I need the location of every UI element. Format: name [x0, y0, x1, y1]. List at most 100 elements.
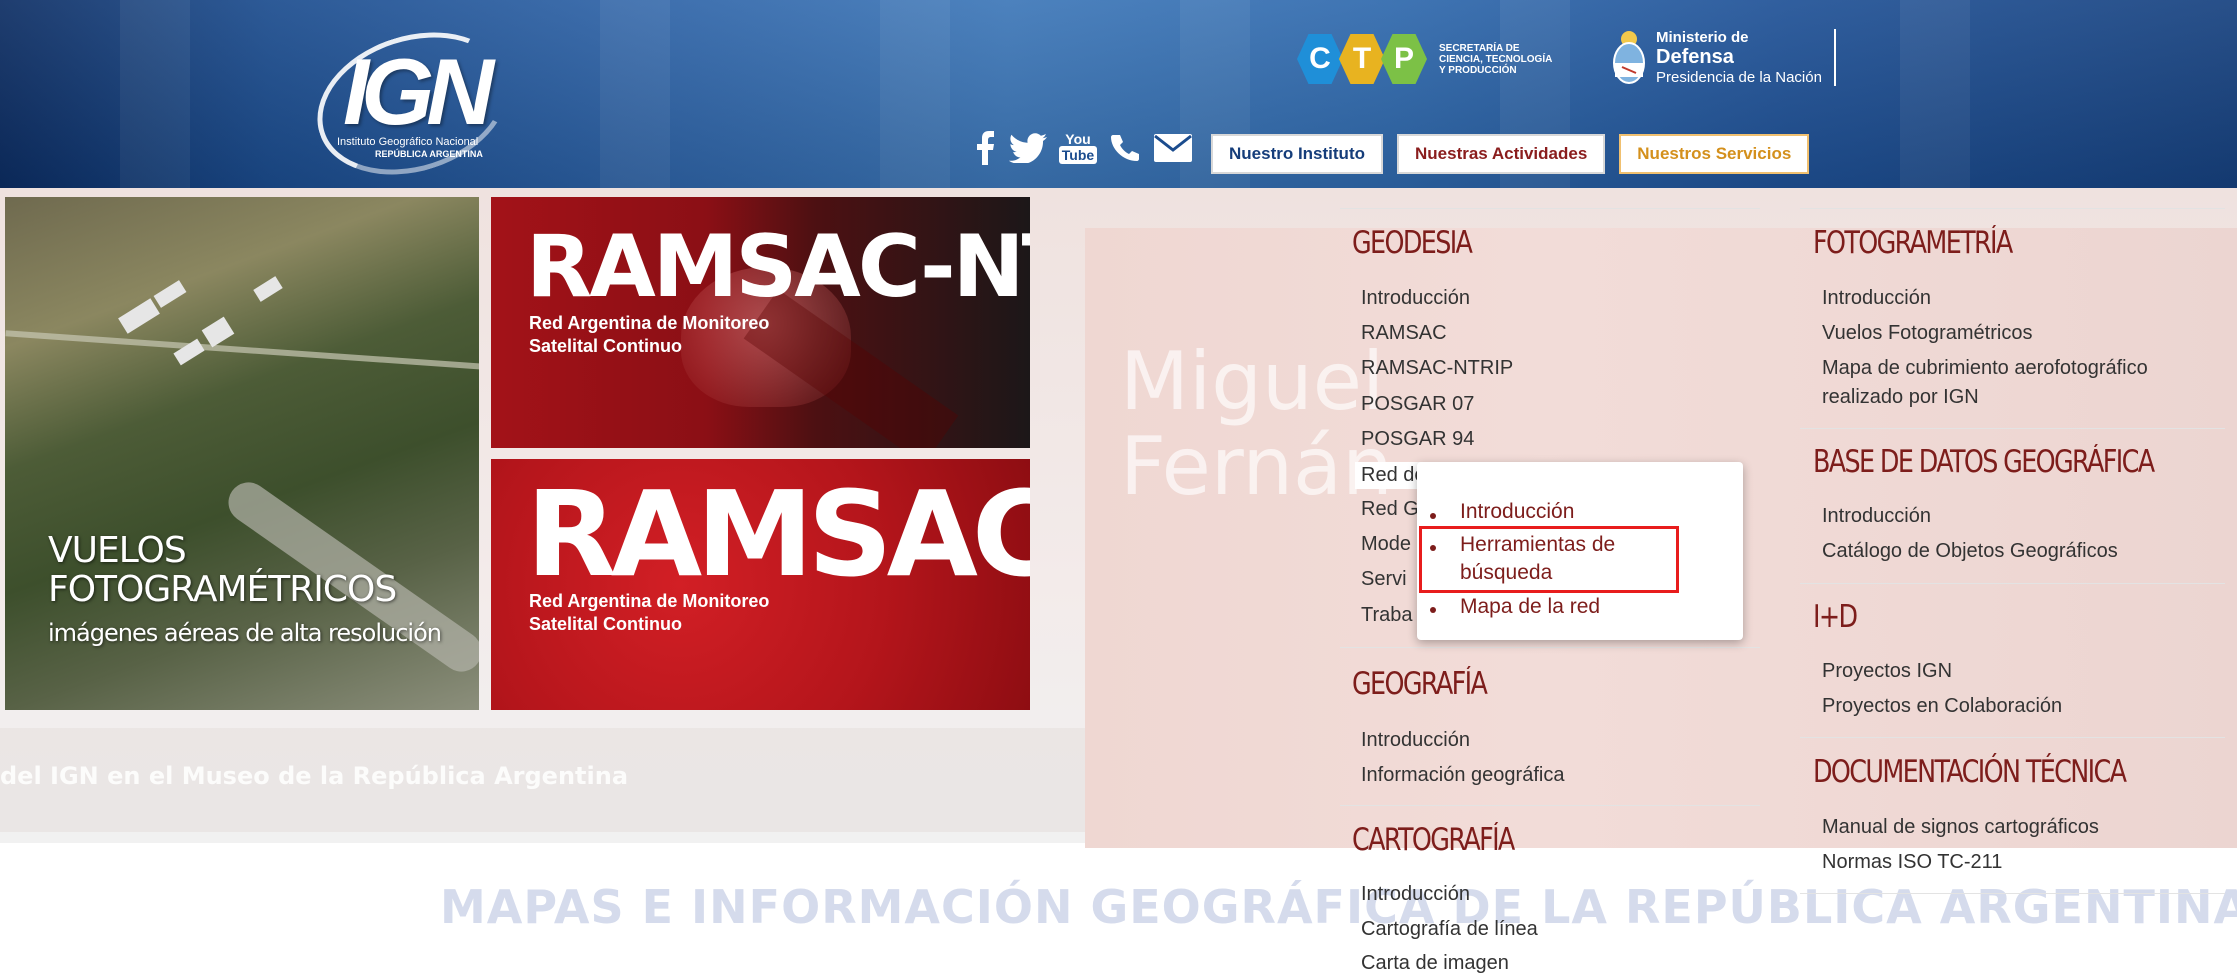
tile-field-shape — [253, 276, 283, 302]
tile-subtitle-line1: Red Argentina de Monitoreo — [529, 313, 770, 333]
submenu-item-mapa-de-la-red[interactable]: Mapa de la red — [1460, 595, 1600, 619]
menu-item-normas-iso[interactable]: Normas ISO TC-211 — [1822, 851, 2002, 874]
facebook-icon[interactable] — [975, 131, 995, 165]
mail-icon[interactable] — [1153, 133, 1193, 163]
ctp-letter-t: T — [1339, 34, 1385, 84]
ctp-text-line: Y PRODUCCIÓN — [1439, 64, 1517, 76]
menu-item-trabajos[interactable]: Traba — [1361, 604, 1413, 627]
youtube-icon-top: You — [1065, 131, 1091, 147]
menu-heading-fotogrametria[interactable]: FOTOGRAMETRÍA — [1813, 225, 2013, 261]
menu-heading-cartografia[interactable]: CARTOGRAFÍA — [1352, 822, 1515, 858]
menu-item-catalogo-objetos[interactable]: Catálogo de Objetos Geográficos — [1822, 540, 2118, 563]
ministry-line2: Defensa — [1656, 45, 1734, 68]
bullet-icon — [1430, 607, 1436, 613]
ministry-line3: Presidencia de la Nación — [1656, 68, 1822, 86]
menu-heading-documentacion-tecnica[interactable]: DOCUMENTACIÓN TÉCNICA — [1813, 754, 2127, 790]
menu-item-truncated-wrapper: Traba — [1361, 604, 1417, 634]
highlight-box — [1419, 526, 1679, 593]
ctp-text: SECRETARÍA DE CIENCIA, TECNOLOGÍA Y PROD… — [1439, 43, 1552, 76]
ctp-text-line: SECRETARÍA DE — [1439, 42, 1520, 54]
ctp-letter-c: C — [1297, 34, 1343, 84]
ramsac-tile[interactable]: RAMSAC Red Argentina de Monitoreo Sateli… — [491, 459, 1030, 710]
nav-nuestras-actividades-button[interactable]: Nuestras Actividades — [1397, 134, 1606, 174]
ghost-heading: Fernán — [1120, 420, 1393, 513]
menu-item-cartografia-de-linea[interactable]: Cartografía de línea — [1361, 918, 1538, 941]
tile-title: RAMSAC-NTRIP — [526, 217, 1030, 317]
tile-subtitle-line2: Satelital Continuo — [529, 336, 682, 356]
menu-item-posgar-07[interactable]: POSGAR 07 — [1361, 393, 1474, 416]
ghost-heading: Miguel — [1120, 335, 1385, 428]
submenu-item-introduccion[interactable]: Introducción — [1460, 500, 1574, 524]
menu-item-servicios[interactable]: Servi — [1361, 568, 1407, 591]
ctp-logo[interactable]: C T P SECRETARÍA DE CIENCIA, TECNOLOGÍA … — [1297, 32, 1552, 86]
social-links: You Tube — [975, 128, 1193, 168]
logo-subtitle: Instituto Geográfico Nacional — [337, 136, 479, 148]
tile-road-shape — [5, 330, 479, 370]
tile-field-shape — [201, 316, 235, 348]
menu-item-geografia-introduccion[interactable]: Introducción — [1361, 729, 1470, 752]
menu-heading-geodesia[interactable]: GEODESIA — [1352, 225, 1473, 261]
menu-item-truncated-wrapper: Red G — [1361, 498, 1417, 528]
menu-item-ramsac[interactable]: RAMSAC — [1361, 322, 1447, 345]
menu-item-proyectos-ign[interactable]: Proyectos IGN — [1822, 660, 1952, 683]
bullet-icon — [1430, 513, 1436, 519]
menu-separator — [1340, 647, 1760, 648]
tile-field-shape — [153, 280, 187, 308]
menu-item-proyectos-colaboracion[interactable]: Proyectos en Colaboración — [1822, 695, 2062, 718]
youtube-icon[interactable]: You Tube — [1058, 128, 1098, 168]
menu-item-red-gravimetrica[interactable]: Red G — [1361, 498, 1417, 521]
ctp-letter-p: P — [1381, 34, 1427, 84]
tile-field-shape — [118, 298, 160, 334]
menu-separator — [1800, 583, 2225, 584]
twitter-icon[interactable] — [1009, 133, 1047, 163]
menu-item-manual-signos[interactable]: Manual de signos cartográficos — [1822, 816, 2099, 839]
phone-icon[interactable] — [1109, 133, 1139, 163]
menu-separator — [1340, 805, 1760, 806]
menu-item-cartografia-introduccion[interactable]: Introducción — [1361, 883, 1470, 906]
menu-heading-geografia[interactable]: GEOGRAFÍA — [1352, 666, 1488, 702]
menu-separator — [1800, 737, 2225, 738]
site-header: IGN Instituto Geográfico Nacional REPÚBL… — [0, 0, 2237, 188]
menu-separator — [1800, 428, 2225, 429]
ministry-line1: Ministerio de — [1656, 28, 1749, 46]
menu-item-vuelos-fotogrametricos[interactable]: Vuelos Fotogramétricos — [1822, 322, 2032, 345]
nav-nuestros-servicios-button[interactable]: Nuestros Servicios — [1619, 134, 1810, 174]
menu-item-informacion-geografica[interactable]: Información geográfica — [1361, 764, 1564, 787]
menu-item-mapa-cubrimiento-line2[interactable]: realizado por IGN — [1822, 386, 1979, 409]
logo-text: IGN — [343, 39, 494, 144]
menu-item-truncated-wrapper: Servi — [1361, 568, 1417, 598]
menu-item-truncated-wrapper: Mode — [1361, 533, 1417, 563]
menu-item-modelos[interactable]: Mode — [1361, 533, 1411, 556]
menu-separator — [1800, 208, 2225, 209]
youtube-icon-bottom: Tube — [1058, 146, 1098, 164]
menu-item-fotogrametria-introduccion[interactable]: Introducción — [1822, 287, 1931, 310]
tile-title-line2: FOTOGRAMÉTRICOS — [48, 569, 397, 610]
nav-nuestro-instituto-button[interactable]: Nuestro Instituto — [1211, 134, 1383, 174]
hero-caption: del IGN en el Museo de la República Arge… — [0, 762, 629, 790]
menu-item-posgar-94[interactable]: POSGAR 94 — [1361, 428, 1474, 451]
menu-heading-i-d[interactable]: I+D — [1813, 599, 1858, 635]
menu-separator — [1800, 893, 2225, 894]
ministry-text: Ministerio de Defensa Presidencia de la … — [1656, 28, 1836, 86]
tile-title: RAMSAC — [526, 465, 1030, 603]
logo-country: REPÚBLICA ARGENTINA — [375, 149, 483, 159]
tile-subtitle-line1: Red Argentina de Monitoreo — [529, 591, 770, 611]
section-heading: MAPAS E INFORMACIÓN GEOGRÁFICA DE LA REP… — [440, 880, 2237, 934]
menu-item-mapa-cubrimiento[interactable]: Mapa de cubrimiento aerofotográfico — [1822, 357, 2148, 380]
ctp-text-line: CIENCIA, TECNOLOGÍA — [1439, 53, 1553, 65]
ramsac-ntrip-tile[interactable]: RAMSAC-NTRIP Red Argentina de Monitoreo … — [491, 197, 1030, 448]
menu-item-carta-de-imagen[interactable]: Carta de imagen — [1361, 952, 1509, 975]
tile-subtitle-line2: Satelital Continuo — [529, 614, 682, 634]
argentina-shield-icon — [1613, 31, 1645, 84]
vuelos-fotogrametricos-tile[interactable]: VUELOS FOTOGRAMÉTRICOS imágenes aéreas d… — [5, 197, 479, 710]
menu-item-base-datos-introduccion[interactable]: Introducción — [1822, 505, 1931, 528]
tile-title-line1: VUELOS — [48, 530, 187, 571]
menu-item-ramsac-ntrip[interactable]: RAMSAC-NTRIP — [1361, 357, 1513, 380]
ministry-logo[interactable]: Ministerio de Defensa Presidencia de la … — [1610, 22, 1836, 92]
menu-heading-base-de-datos[interactable]: BASE DE DATOS GEOGRÁFICA — [1813, 444, 2155, 480]
menu-separator — [1340, 208, 1760, 209]
menu-item-geodesia-introduccion[interactable]: Introducción — [1361, 287, 1470, 310]
tile-subtitle: imágenes aéreas de alta resolución — [48, 619, 442, 647]
ign-logo[interactable]: IGN Instituto Geográfico Nacional REPÚBL… — [298, 9, 528, 188]
main-nav: Nuestro Instituto Nuestras Actividades N… — [1211, 134, 1810, 174]
